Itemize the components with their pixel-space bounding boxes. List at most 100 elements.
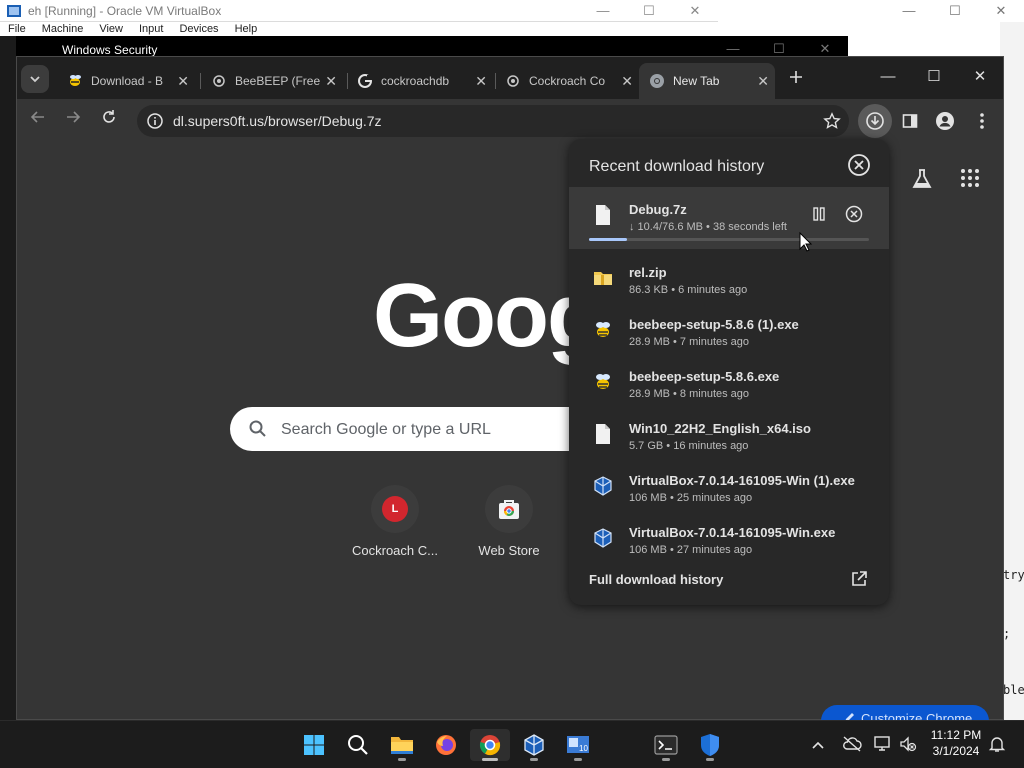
apps-grid-icon[interactable] [960,168,980,188]
tab-cockroach-co[interactable]: Cockroach Co ✕ [497,63,639,99]
vbox-close-button[interactable]: ✕ [672,0,718,22]
shortcut-icon: L [371,485,419,533]
folder-zip-icon [594,272,612,285]
tab-beebeep-free[interactable]: BeeBEEP (Free ✕ [203,63,343,99]
close-icon[interactable]: ✕ [621,73,633,90]
pause-icon[interactable] [811,206,827,222]
download-item[interactable]: beebeep-setup-5.8.6 (1).exe 28.9 MB • 7 … [569,307,889,359]
profile-button[interactable] [932,108,958,134]
host-left-strip [0,36,16,720]
web-store-icon [485,485,533,533]
vbox-menu-help[interactable]: Help [227,22,266,36]
taskbar-virtualbox[interactable] [514,729,554,761]
tab-label: BeeBEEP (Free [235,74,321,88]
download-item[interactable]: VirtualBox-7.0.14-161095-Win.exe 106 MB … [569,515,889,567]
shortcut-letter: L [382,496,408,522]
vbox-menu-machine[interactable]: Machine [34,22,92,36]
network-icon[interactable] [874,735,892,753]
tab-download-beebeep[interactable]: Download - B ✕ [59,63,195,99]
close-icon[interactable]: ✕ [177,73,189,90]
download-meta: 28.9 MB • 8 minutes ago [629,388,750,400]
virtualbox-icon [594,476,612,496]
running-indicator [574,758,582,761]
chevron-up-icon[interactable] [811,738,825,752]
shortcut-cockroach[interactable]: L Cockroach C... [350,485,440,558]
chrome-link-icon [211,73,227,89]
download-item[interactable]: VirtualBox-7.0.14-161095-Win (1).exe 106… [569,463,889,515]
vbox-menu-devices[interactable]: Devices [171,22,226,36]
tab-new-tab[interactable]: New Tab ✕ [639,63,775,99]
taskbar-clock[interactable]: 11:12 PM 3/1/2024 [926,727,986,759]
running-indicator [398,758,406,761]
beebeep-icon [67,73,83,89]
labs-flask-icon[interactable] [910,167,934,191]
bookmark-star-icon[interactable] [823,112,841,130]
taskbar-file-explorer[interactable] [382,729,422,761]
host-code-text: ble [1003,683,1024,697]
folder-icon [391,737,413,754]
vbox-menu-file[interactable]: File [0,22,34,36]
vbox-maximize-button[interactable]: ☐ [626,0,672,22]
download-item[interactable]: beebeep-setup-5.8.6.exe 28.9 MB • 8 minu… [569,359,889,411]
cancel-download-icon[interactable] [845,205,863,223]
cloud-offline-icon[interactable] [842,735,862,753]
taskbar-terminal[interactable] [646,729,686,761]
clock-date: 3/1/2024 [932,744,980,758]
tab-cockroachdb[interactable]: cockroachdb ✕ [349,63,493,99]
virtualbox-app-icon [7,4,21,17]
google-icon [357,73,373,89]
chrome-maximize-button[interactable]: ☐ [911,57,957,97]
taskbar-search-button[interactable] [338,729,378,761]
vbox-menu-view[interactable]: View [91,22,131,36]
close-icon[interactable]: ✕ [325,73,337,90]
download-name: Debug.7z [629,202,687,217]
volume-muted-icon[interactable] [899,735,917,753]
download-item[interactable]: Win10_22H2_English_x64.iso 5.7 GB • 16 m… [569,411,889,463]
shortcut-web-store[interactable]: Web Store [464,485,554,558]
reload-button[interactable] [97,109,121,133]
taskbar-chrome[interactable] [470,729,510,761]
downloads-button[interactable] [858,104,892,138]
arrow-left-icon [30,111,44,123]
download-item-active[interactable]: Debug.7z ↓ 10.4/76.6 MB • 38 seconds lef… [569,192,889,244]
back-button[interactable] [26,109,50,133]
close-panel-icon[interactable] [847,153,871,177]
open-in-new-icon[interactable] [850,570,868,588]
host-minimize-button[interactable]: — [886,0,932,22]
info-icon[interactable] [145,111,165,131]
taskbar-windows-security[interactable] [690,729,730,761]
tab-strip: Download - B ✕ BeeBEEP (Free ✕ cockroach… [17,57,1003,99]
taskbar-windows10-vm[interactable]: 10 [558,729,598,761]
windows-start-icon [304,735,324,755]
tab-separator [347,73,348,89]
shortcut-label: Web Store [478,543,540,558]
close-icon[interactable]: ✕ [757,73,769,90]
reload-icon [103,110,115,123]
full-download-history-link[interactable]: Full download history [589,572,723,587]
vbox-minimize-button[interactable]: — [580,0,626,22]
notification-bell-icon[interactable] [988,735,1006,753]
chevron-down-icon [30,76,40,83]
start-button[interactable] [294,729,334,761]
address-bar[interactable]: dl.supers0ft.us/browser/Debug.7z [137,105,849,137]
search-icon [348,735,368,755]
google-logo: Goog [373,266,602,366]
panel-title: Recent download history [589,158,765,175]
new-tab-button[interactable] [789,67,803,90]
side-panel-button[interactable] [897,108,923,134]
taskbar-firefox[interactable] [426,729,466,761]
tab-search-button[interactable] [21,65,49,93]
tab-label: Download - B [91,74,164,88]
menu-button[interactable] [969,108,995,134]
chrome-close-button[interactable]: ✕ [957,57,1003,97]
url-text[interactable]: dl.supers0ft.us/browser/Debug.7z [173,113,382,129]
download-item[interactable]: rel.zip 86.3 KB • 6 minutes ago [569,255,889,307]
host-maximize-button[interactable]: ☐ [932,0,978,22]
forward-button[interactable] [61,109,85,133]
close-icon[interactable]: ✕ [475,73,487,90]
beebeep-icon [596,322,610,337]
host-close-button[interactable]: ✕ [978,0,1024,22]
download-name: VirtualBox-7.0.14-161095-Win (1).exe [629,473,855,488]
vbox-menu-input[interactable]: Input [131,22,171,36]
chrome-minimize-button[interactable]: — [865,57,911,97]
